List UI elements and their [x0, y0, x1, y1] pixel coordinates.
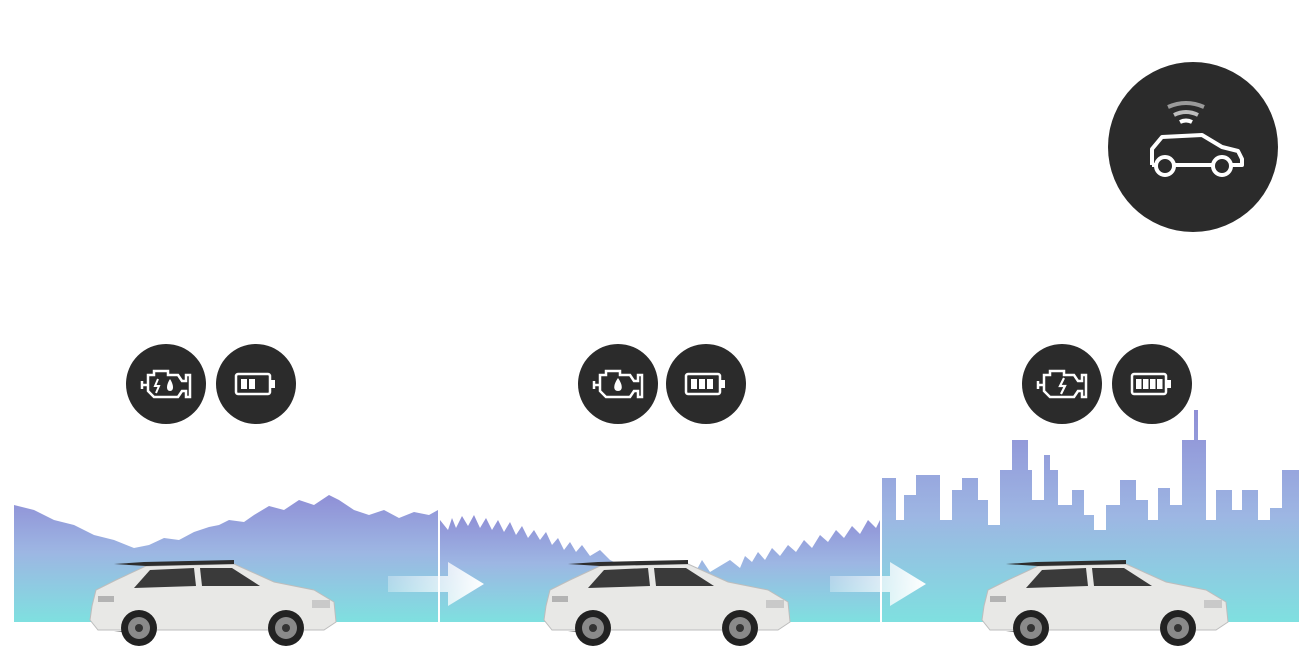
hybrid-engine-icon — [126, 344, 206, 424]
car — [981, 559, 1229, 647]
forest-town-landscape — [440, 515, 880, 622]
electric-engine-icon — [1022, 344, 1102, 424]
battery-three-bars-icon — [666, 344, 746, 424]
arrow-right-icon — [388, 562, 484, 606]
arrow-right-icon — [830, 562, 926, 606]
illustration — [0, 0, 1299, 647]
car — [89, 559, 337, 647]
battery-full-icon — [1112, 344, 1192, 424]
battery-two-bars-icon — [216, 344, 296, 424]
car — [543, 559, 791, 647]
fuel-engine-icon — [578, 344, 658, 424]
connected-car-icon — [1108, 62, 1278, 232]
mountain-landscape — [14, 495, 438, 622]
